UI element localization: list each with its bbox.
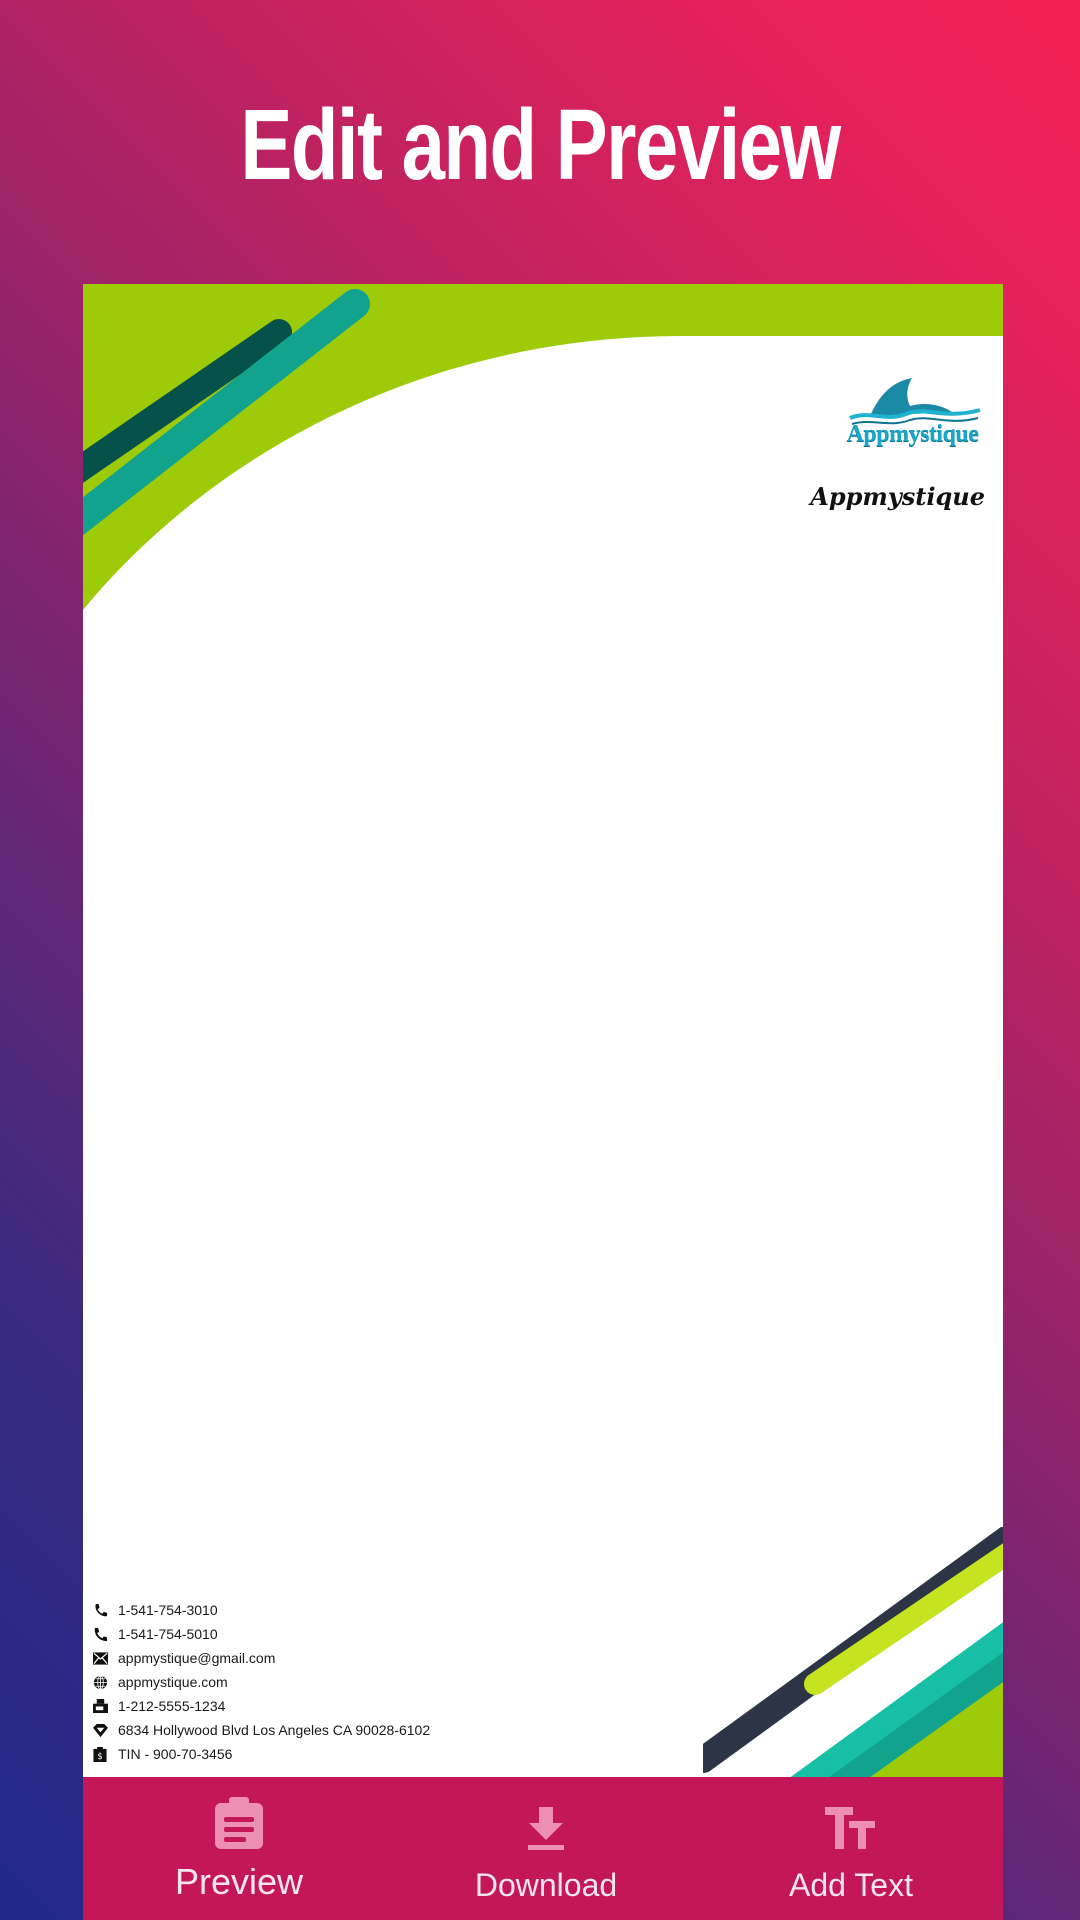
text-size-icon bbox=[825, 1807, 877, 1854]
letterhead-top-decoration bbox=[83, 284, 1003, 610]
add-text-label: Add Text bbox=[789, 1867, 913, 1903]
clipboard-icon bbox=[213, 1797, 265, 1854]
envelope-icon bbox=[91, 1649, 109, 1667]
bottom-action-bar: Preview Download Add Text bbox=[83, 1777, 1003, 1920]
logo-wordmark: Appmystique bbox=[846, 421, 979, 447]
download-button[interactable]: Download bbox=[426, 1777, 666, 1920]
download-icon bbox=[526, 1807, 566, 1856]
contact-text: 1-212-5555-1234 bbox=[118, 1698, 226, 1714]
contact-text: appmystique@gmail.com bbox=[118, 1650, 276, 1666]
contact-email: appmystique@gmail.com bbox=[91, 1646, 430, 1670]
contact-address: 6834 Hollywood Blvd Los Angeles CA 90028… bbox=[91, 1718, 430, 1742]
contact-text: appmystique.com bbox=[118, 1674, 228, 1690]
contact-list: 1-541-754-3010 1-541-754-5010 appmystiqu… bbox=[91, 1598, 430, 1766]
contact-phone: 1-541-754-3010 bbox=[91, 1598, 430, 1622]
phone-icon bbox=[91, 1601, 109, 1619]
preview-label: Preview bbox=[174, 1861, 304, 1902]
contact-text: TIN - 900-70-3456 bbox=[118, 1746, 233, 1762]
contact-fax: 1-212-5555-1234 bbox=[91, 1694, 430, 1718]
contact-tin: $ TIN - 900-70-3456 bbox=[91, 1742, 430, 1766]
mobile-phone-icon bbox=[91, 1625, 109, 1643]
page-title: Edit and Preview bbox=[240, 89, 841, 201]
letterhead-bottom-decoration bbox=[703, 1527, 1003, 1777]
svg-text:$: $ bbox=[97, 1751, 102, 1761]
preview-button[interactable]: Preview bbox=[119, 1777, 359, 1920]
contact-text: 1-541-754-3010 bbox=[118, 1602, 218, 1618]
download-label: Download bbox=[474, 1867, 618, 1903]
contact-website: appmystique.com bbox=[91, 1670, 430, 1694]
location-pin-icon bbox=[91, 1721, 109, 1739]
globe-icon bbox=[91, 1673, 109, 1691]
contact-text: 6834 Hollywood Blvd Los Angeles CA 90028… bbox=[118, 1722, 431, 1738]
add-text-button[interactable]: Add Text bbox=[731, 1777, 971, 1920]
contact-mobile: 1-541-754-5010 bbox=[91, 1622, 430, 1646]
fax-icon bbox=[91, 1697, 109, 1715]
letterhead-preview[interactable]: Appmystique Appmystique 1-541-754-3010 1… bbox=[83, 284, 1003, 1777]
contact-text: 1-541-754-5010 bbox=[118, 1626, 218, 1642]
tax-id-icon: $ bbox=[91, 1745, 109, 1763]
company-name: Appmystique bbox=[810, 482, 985, 511]
